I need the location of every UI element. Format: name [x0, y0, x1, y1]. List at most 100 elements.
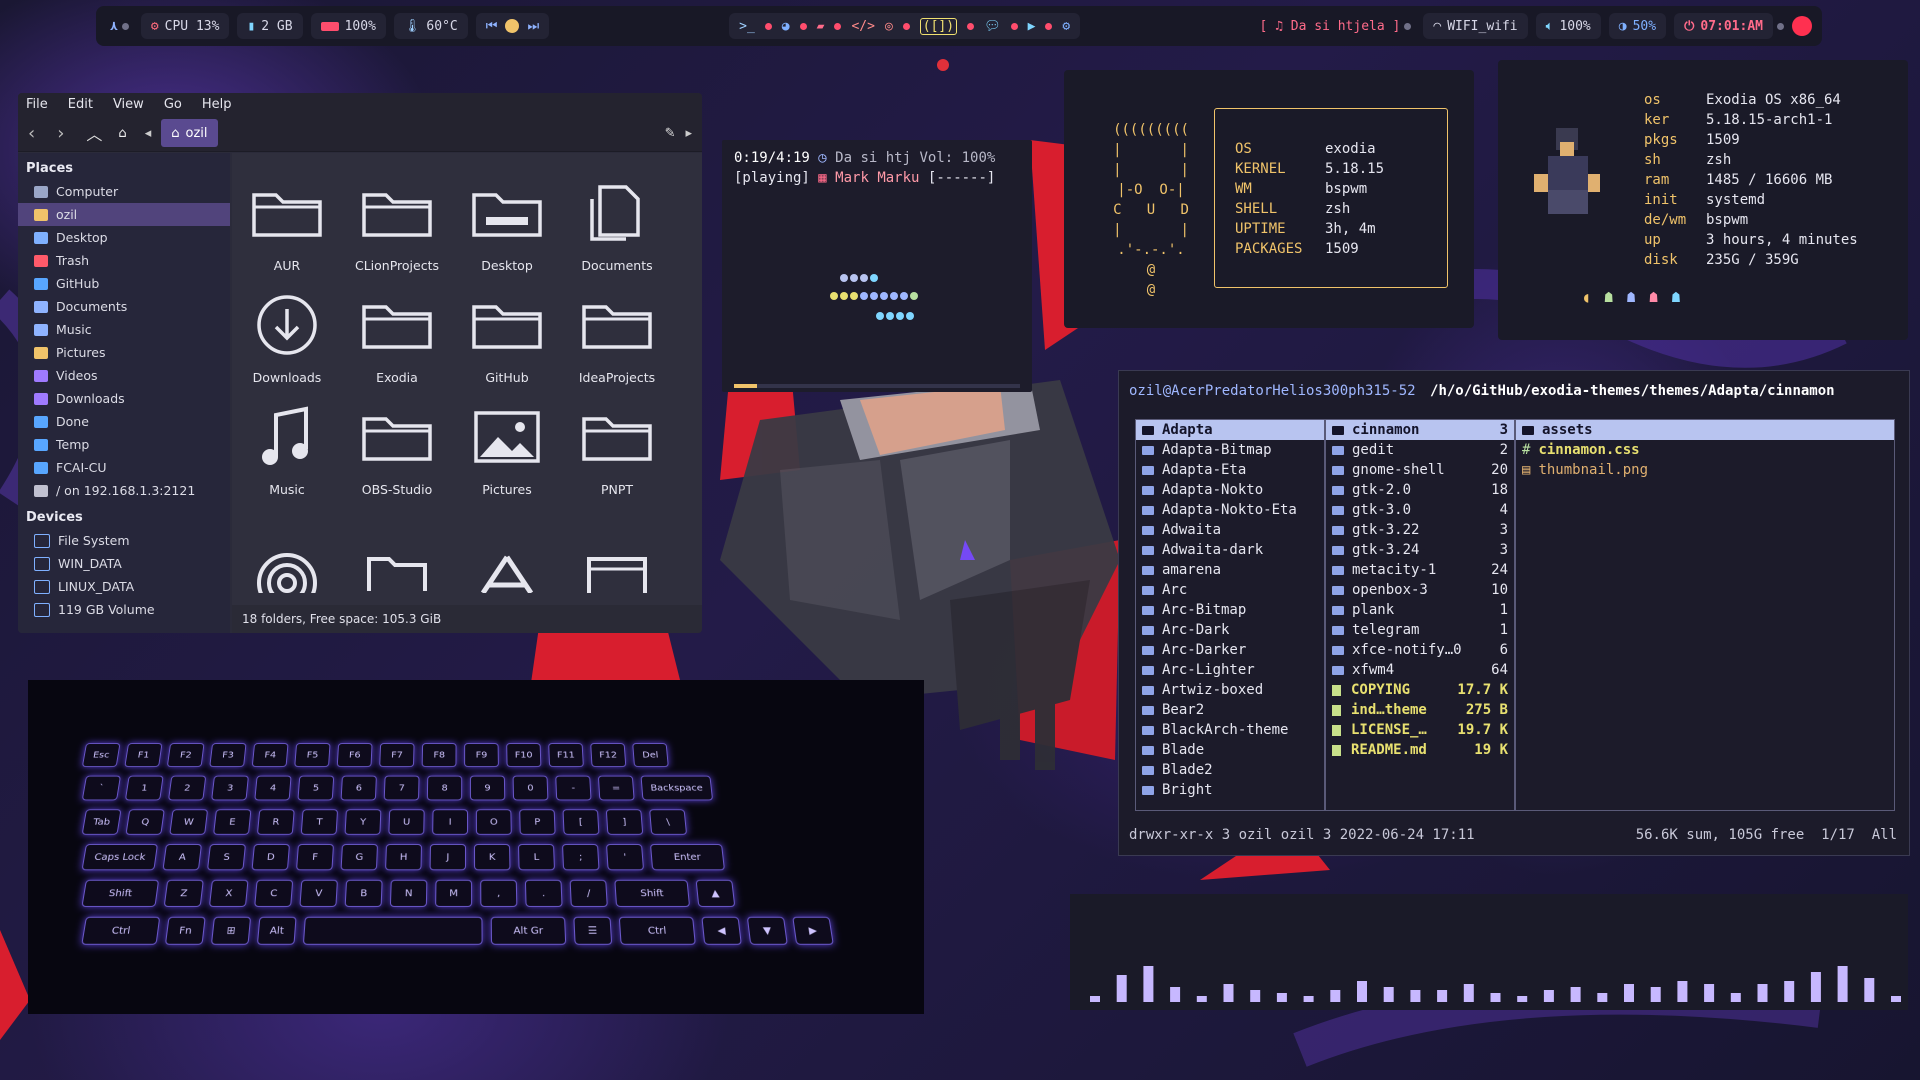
sidebar-item--on-192-168-1-3-2121[interactable]: / on 192.168.1.3:2121 [18, 479, 230, 502]
previous-icon[interactable]: ⏮ [486, 19, 498, 34]
browser-icon[interactable]: ◕ [782, 19, 790, 34]
menu-edit[interactable]: Edit [68, 97, 93, 112]
pause-icon[interactable] [505, 19, 520, 33]
device-item-file-system[interactable]: File System [18, 529, 230, 552]
sidebar-item-pictures[interactable]: Pictures [18, 341, 230, 364]
ranger-parent-item[interactable]: Arc-Lighter [1136, 660, 1324, 680]
ranger-parent-item[interactable]: Adapta-Nokto [1136, 480, 1324, 500]
file-item-ideaprojects[interactable]: IdeaProjects [562, 287, 672, 385]
sidebar-item-computer[interactable]: Computer [18, 180, 230, 203]
ranger-parent-item[interactable]: Adapta [1136, 420, 1324, 440]
file-item-desktop[interactable]: Desktop [452, 175, 562, 273]
sidebar-item-trash[interactable]: Trash [18, 249, 230, 272]
ranger-current-item[interactable]: ind…theme 275 B [1326, 700, 1514, 720]
ranger-current-item[interactable]: xfwm4 64 [1326, 660, 1514, 680]
ranger-parent-item[interactable]: Adapta-Bitmap [1136, 440, 1324, 460]
ranger-current-item[interactable]: gnome-shell 20 [1326, 460, 1514, 480]
ranger-parent-item[interactable]: Adwaita-dark [1136, 540, 1324, 560]
ranger-current-item[interactable]: openbox-3 10 [1326, 580, 1514, 600]
ranger-parent-item[interactable]: Bear2 [1136, 700, 1324, 720]
ranger-current-item[interactable]: telegram 1 [1326, 620, 1514, 640]
menu-go[interactable]: Go [164, 97, 182, 112]
brightness-module[interactable]: ◑ 50% [1608, 13, 1667, 39]
chat-icon[interactable]: 💬︎ [984, 19, 1001, 34]
sidebar-item-fcai-cu[interactable]: FCAI-CU [18, 456, 230, 479]
up-icon[interactable]: ︿ [86, 121, 102, 145]
sidebar-item-music[interactable]: Music [18, 318, 230, 341]
ranger-parent-item[interactable]: BlackArch-theme [1136, 720, 1324, 740]
ranger-current-item[interactable]: README.md 19 K [1326, 740, 1514, 760]
app-store-icon[interactable] [452, 543, 562, 593]
network-icon[interactable] [232, 543, 342, 593]
sidebar-item-done[interactable]: Done [18, 410, 230, 433]
back-icon[interactable]: ‹ [28, 123, 35, 144]
file-item-pnpt[interactable]: PNPT [562, 399, 672, 497]
ranger-current-item[interactable]: xfce-notify…0 6 [1326, 640, 1514, 660]
ranger-current-item[interactable]: gedit 2 [1326, 440, 1514, 460]
device-item-linux-data[interactable]: LINUX_DATA [18, 575, 230, 598]
sidebar-item-downloads[interactable]: Downloads [18, 387, 230, 410]
code-editor-icon[interactable]: </> [851, 19, 874, 34]
sidebar-item-documents[interactable]: Documents [18, 295, 230, 318]
device-item-119-gb-volume[interactable]: 119 GB Volume [18, 598, 230, 621]
ranger-parent-item[interactable]: amarena [1136, 560, 1324, 580]
ranger-preview-item[interactable]: # cinnamon.css [1516, 440, 1894, 460]
file-item-obs-studio[interactable]: OBS-Studio [342, 399, 452, 497]
ranger-current-item[interactable]: gtk-3.0 4 [1326, 500, 1514, 520]
folder-icon[interactable] [342, 543, 452, 593]
file-item-documents[interactable]: Documents [562, 175, 672, 273]
ranger-current-item[interactable]: gtk-3.22 3 [1326, 520, 1514, 540]
forward-icon[interactable]: › [57, 123, 64, 144]
github-icon[interactable]: ◎ [885, 19, 893, 34]
exodia-logo-icon[interactable] [1792, 16, 1812, 36]
sidebar-item-github[interactable]: GitHub [18, 272, 230, 295]
file-item-exodia[interactable]: Exodia [342, 287, 452, 385]
launcher-icon[interactable]: ⋏ [110, 19, 118, 34]
sidebar-item-ozil[interactable]: ozil [18, 203, 230, 226]
ranger-preview-item[interactable]: assets [1516, 420, 1894, 440]
file-item-downloads[interactable]: Downloads [232, 287, 342, 385]
path-left-icon[interactable]: ◂ [145, 126, 152, 141]
breadcrumb[interactable]: ⌂ ozil [161, 119, 218, 147]
file-item-clionprojects[interactable]: CLionProjects [342, 175, 452, 273]
file-item-pictures[interactable]: Pictures [452, 399, 562, 497]
file-item-music[interactable]: Music [232, 399, 342, 497]
ranger-parent-item[interactable]: Blade [1136, 740, 1324, 760]
path-right-icon[interactable]: ▸ [685, 126, 692, 141]
ranger-preview-item[interactable]: ▤ thumbnail.png [1516, 460, 1894, 480]
workspace-icon[interactable]: ([]) [919, 17, 958, 35]
ranger-parent-item[interactable]: Arc-Darker [1136, 640, 1324, 660]
ranger-parent-item[interactable]: Blade2 [1136, 760, 1324, 780]
ranger-parent-item[interactable]: Bright [1136, 780, 1324, 800]
ranger-parent-item[interactable]: Arc [1136, 580, 1324, 600]
ranger-parent-item[interactable]: Arc-Dark [1136, 620, 1324, 640]
file-item-github[interactable]: GitHub [452, 287, 562, 385]
ranger-parent-item[interactable]: Artwiz-boxed [1136, 680, 1324, 700]
menu-file[interactable]: File [26, 97, 48, 112]
progress-track[interactable] [734, 384, 1020, 388]
ranger-current-item[interactable]: gtk-3.24 3 [1326, 540, 1514, 560]
menu-view[interactable]: View [113, 97, 144, 112]
sidebar-item-videos[interactable]: Videos [18, 364, 230, 387]
settings-icon[interactable]: ⚙ [1062, 19, 1070, 34]
now-playing-text[interactable]: [ ♫ Da si htjela ] [1259, 19, 1400, 34]
terminal-icon[interactable]: >_ [739, 19, 755, 34]
ranger-current-item[interactable]: metacity-1 24 [1326, 560, 1514, 580]
next-icon[interactable]: ⏭ [527, 19, 539, 34]
ranger-current-item[interactable]: gtk-2.0 18 [1326, 480, 1514, 500]
volume-module[interactable]: 🔈︎ 100% [1535, 13, 1601, 39]
wifi-module[interactable]: ◠ WIFI_wifi [1423, 13, 1528, 39]
home-icon[interactable]: ⌂ [118, 126, 126, 141]
ranger-current-item[interactable]: plank 1 [1326, 600, 1514, 620]
sidebar-item-desktop[interactable]: Desktop [18, 226, 230, 249]
ranger-parent-item[interactable]: Arc-Bitmap [1136, 600, 1324, 620]
ranger-current-item[interactable]: cinnamon 3 [1326, 420, 1514, 440]
ranger-current-item[interactable]: COPYING 17.7 K [1326, 680, 1514, 700]
ranger-parent-item[interactable]: Adwaita [1136, 520, 1324, 540]
ranger-parent-item[interactable]: Adapta-Nokto-Eta [1136, 500, 1324, 520]
ranger-current-item[interactable]: LICENSE_… 19.7 K [1326, 720, 1514, 740]
files-icon[interactable]: ▰ [817, 19, 825, 34]
sidebar-item-temp[interactable]: Temp [18, 433, 230, 456]
edit-path-icon[interactable]: ✎ [665, 126, 676, 141]
ranger-parent-item[interactable]: Adapta-Eta [1136, 460, 1324, 480]
